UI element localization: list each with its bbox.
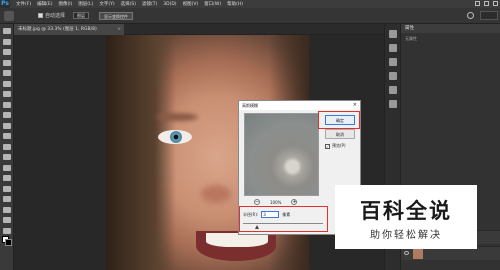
eyebrow	[156, 113, 198, 121]
eyedropper-icon[interactable]	[2, 80, 11, 87]
move-icon[interactable]	[2, 28, 11, 34]
menu-image[interactable]: 图像(I)	[58, 1, 72, 7]
document-tab-label: 未标题.jpg @ 33.3% (图层 1, RGB/8)	[18, 27, 97, 32]
document-tab-bar: 未标题.jpg @ 33.3% (图层 1, RGB/8) ×	[14, 24, 384, 35]
zoom-out-icon[interactable]: −	[254, 199, 260, 205]
shape-icon[interactable]	[2, 206, 11, 213]
blur-preview-image[interactable]	[244, 113, 319, 196]
menu-edit[interactable]: 编辑(E)	[37, 1, 52, 7]
dialog-title: 高斯模糊	[242, 103, 258, 108]
maximize-icon[interactable]	[484, 1, 489, 6]
visibility-eye-icon[interactable]	[404, 251, 409, 255]
dialog-title-bar: 高斯模糊 ×	[239, 101, 360, 110]
window-controls	[475, 1, 498, 6]
background-color-swatch[interactable]	[5, 239, 12, 246]
properties-panel-empty-text: 无属性	[405, 36, 417, 41]
layer-thumbnail	[413, 249, 423, 259]
character-panel-icon[interactable]	[388, 100, 397, 108]
menu-view[interactable]: 视图(V)	[183, 1, 199, 7]
hair-left	[106, 35, 176, 270]
blur-icon[interactable]	[2, 154, 11, 160]
preview-label: 预览(P)	[332, 143, 346, 148]
auto-select-label: 自动选择	[45, 13, 66, 19]
checkbox-box[interactable]	[38, 13, 43, 18]
type-icon[interactable]	[2, 185, 11, 192]
move-tool-icon[interactable]	[4, 10, 14, 21]
menu-select[interactable]: 选择(S)	[121, 1, 136, 7]
watermark-title: 百科全说	[360, 199, 452, 223]
dodge-icon[interactable]	[2, 164, 11, 171]
lasso-icon[interactable]	[2, 49, 11, 55]
brush-panel-icon[interactable]	[388, 86, 397, 94]
nose	[201, 185, 231, 203]
workspace-select[interactable]	[480, 11, 498, 20]
preview-checkbox[interactable]: ✓ 预览(P)	[325, 143, 346, 149]
hand-icon[interactable]	[2, 217, 11, 223]
properties-panel-icon[interactable]	[388, 44, 397, 52]
history-brush-icon[interactable]	[2, 122, 11, 129]
eraser-icon[interactable]	[2, 133, 11, 139]
highlight-box-radius	[239, 206, 328, 232]
auto-select-target-select[interactable]: 图层	[73, 12, 90, 19]
close-icon[interactable]: ×	[117, 24, 121, 35]
watermark-badge: 百科全说 助你轻松解决	[335, 185, 477, 249]
menu-bar: Ps 文件(F) 编辑(E) 图像(I) 图层(L) 文字(Y) 选择(S) 滤…	[0, 0, 500, 8]
menu-layer[interactable]: 图层(L)	[78, 1, 93, 7]
menu-filter[interactable]: 滤镜(T)	[142, 1, 157, 7]
marquee-icon[interactable]	[2, 38, 11, 45]
options-bar: 自动选择 图层 显示变换控件	[0, 8, 500, 24]
auto-select-checkbox[interactable]: 自动选择	[38, 12, 65, 19]
highlight-box-ok	[318, 111, 360, 129]
zoom-in-icon[interactable]: +	[291, 199, 298, 205]
preview-checkbox-box[interactable]: ✓	[325, 143, 330, 149]
swatches-panel-icon[interactable]	[388, 72, 397, 80]
menu-3d[interactable]: 3D(D)	[163, 2, 176, 7]
menu-window[interactable]: 窗口(W)	[204, 1, 221, 7]
history-panel-icon[interactable]	[388, 30, 397, 38]
preview-zoom-controls: − 100% +	[254, 199, 298, 205]
menu-type[interactable]: 文字(Y)	[99, 1, 114, 7]
adjustments-panel-icon[interactable]	[388, 58, 397, 66]
menu-help[interactable]: 帮助(H)	[227, 1, 243, 7]
photoshop-logo: Ps	[0, 0, 10, 8]
eye-iris	[170, 131, 182, 143]
quick-select-icon[interactable]	[2, 59, 11, 66]
brush-icon[interactable]	[2, 101, 11, 108]
dialog-close-icon[interactable]: ×	[353, 101, 357, 110]
zoom-level: 100%	[270, 199, 282, 205]
show-transform-controls[interactable]: 显示变换控件	[99, 11, 134, 20]
close-window-icon[interactable]	[493, 1, 498, 6]
tools-panel	[0, 24, 14, 270]
minimize-icon[interactable]	[475, 1, 480, 6]
search-icon[interactable]	[467, 12, 474, 19]
zoom-icon[interactable]	[2, 227, 11, 234]
clone-stamp-icon[interactable]	[2, 112, 11, 118]
gradient-icon[interactable]	[2, 143, 11, 150]
path-select-icon[interactable]	[2, 196, 11, 202]
properties-panel-header[interactable]: 属性	[401, 24, 500, 33]
document-tab[interactable]: 未标题.jpg @ 33.3% (图层 1, RGB/8) ×	[14, 24, 124, 35]
menu-file[interactable]: 文件(F)	[16, 1, 31, 7]
cancel-button[interactable]: 取消	[325, 129, 355, 139]
teeth	[206, 233, 268, 247]
crop-icon[interactable]	[2, 70, 11, 76]
watermark-subtitle: 助你轻松解决	[370, 230, 442, 241]
healing-brush-icon[interactable]	[2, 91, 11, 97]
pen-icon[interactable]	[2, 175, 11, 181]
